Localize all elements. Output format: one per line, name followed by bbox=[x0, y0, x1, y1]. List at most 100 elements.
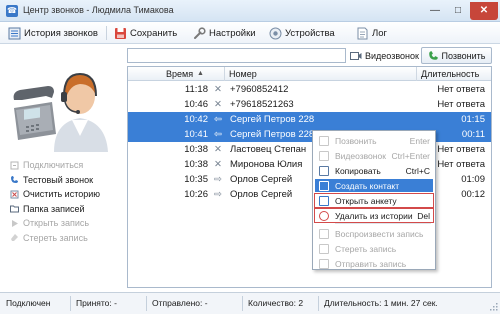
missed-call-icon: ✕ bbox=[214, 144, 222, 155]
call-time: 10:42 bbox=[184, 114, 208, 125]
minimize-button[interactable]: — bbox=[424, 2, 446, 20]
call-history-button[interactable]: История звонков bbox=[8, 25, 98, 41]
sidebar-actions: Подключиться Тестовый звонок Очистить ис… bbox=[10, 158, 122, 245]
context-menu-label: Создать контакт bbox=[335, 180, 400, 191]
context-menu-label: Воспроизвести запись bbox=[335, 228, 424, 239]
phone-icon bbox=[428, 51, 438, 60]
table-row[interactable]: 10:41 ⇦ Сергей Петров 228 00:11 bbox=[128, 127, 491, 142]
context-menu-item[interactable]: Отправить запись bbox=[315, 257, 433, 270]
clear-history-icon bbox=[10, 190, 19, 199]
video-call-label: Видеозвонок bbox=[365, 50, 419, 61]
context-menu: Позвонить Enter Видеозвонок Ctrl+Enter Копир… bbox=[312, 130, 436, 270]
phone-icon bbox=[319, 135, 329, 146]
call-number: +7960852412 bbox=[230, 84, 289, 95]
context-menu-item[interactable]: Открыть анкету bbox=[314, 193, 434, 208]
sidebar-item-label: Тестовый звонок bbox=[23, 174, 94, 185]
column-header-time[interactable]: Время bbox=[166, 67, 193, 81]
sidebar-item-label: Открыть запись bbox=[23, 218, 90, 229]
call-time: 10:38 bbox=[184, 144, 208, 155]
video-call-toggle[interactable]: Видеозвонок bbox=[350, 48, 419, 63]
context-menu-item[interactable]: Видеозвонок Ctrl+Enter bbox=[315, 149, 433, 162]
context-menu-item[interactable]: Стереть запись bbox=[315, 242, 433, 255]
missed-call-icon: ✕ bbox=[214, 99, 222, 110]
devices-icon bbox=[269, 27, 282, 39]
sidebar-item-label: Папка записей bbox=[23, 203, 85, 214]
column-header-number[interactable]: Номер bbox=[229, 67, 257, 81]
save-button[interactable]: Сохранить bbox=[114, 25, 177, 41]
log-label: Лог bbox=[372, 27, 387, 39]
call-button[interactable]: Позвонить bbox=[421, 47, 492, 64]
table-row[interactable]: 10:35 ⇨ Орлов Сергей 01:09 bbox=[128, 172, 491, 187]
status-connection: Подключен bbox=[6, 298, 51, 308]
context-menu-item[interactable]: Создать контакт bbox=[315, 179, 433, 192]
close-button[interactable]: ✕ bbox=[470, 2, 498, 20]
context-menu-label: Видеозвонок bbox=[335, 150, 386, 161]
sidebar-item-label: Стереть запись bbox=[23, 232, 88, 243]
sidebar-item-clear-history[interactable]: Очистить историю bbox=[10, 187, 122, 202]
table-row[interactable]: 11:18 ✕ +7960852412 Нет ответа bbox=[128, 82, 491, 97]
table-row[interactable]: 10:42 ⇦ Сергей Петров 228 01:15 bbox=[128, 112, 491, 127]
search-input[interactable] bbox=[127, 48, 346, 63]
settings-button[interactable]: Настройки bbox=[193, 25, 256, 41]
table-row[interactable]: 10:46 ✕ +79618521263 Нет ответа bbox=[128, 97, 491, 112]
status-duration: Длительность: 1 мин. 27 сек. bbox=[324, 298, 438, 308]
context-menu-item[interactable]: Копировать Ctrl+C bbox=[315, 164, 433, 177]
outgoing-call-icon: ⇨ bbox=[214, 189, 222, 200]
log-button[interactable]: Лог bbox=[356, 25, 387, 41]
status-divider bbox=[242, 296, 243, 311]
title-bar: ☎ Центр звонков - Людмила Тимакова — □ ✕ bbox=[0, 0, 500, 22]
table-row[interactable]: 10:26 ⇨ Орлов Сергей 00:12 bbox=[128, 187, 491, 202]
outgoing-call-icon: ⇨ bbox=[214, 174, 222, 185]
call-time: 10:35 bbox=[184, 174, 208, 185]
table-header: Время ▲ Номер Длительность bbox=[128, 67, 491, 81]
context-menu-label: Отправить запись bbox=[335, 258, 407, 269]
sidebar-item-erase-record[interactable]: Стереть запись bbox=[10, 231, 122, 246]
sidebar-item-records-folder[interactable]: Папка записей bbox=[10, 202, 122, 217]
context-menu-item[interactable]: Воспроизвести запись bbox=[315, 227, 433, 240]
context-menu-shortcut: Enter bbox=[409, 135, 430, 146]
toolbar: История звонков Сохранить Настройки Устр… bbox=[0, 22, 500, 44]
context-menu-label: Удалить из истории bbox=[335, 210, 413, 221]
resize-grip-icon[interactable] bbox=[488, 301, 498, 311]
devices-button[interactable]: Устройства bbox=[269, 25, 335, 41]
send-icon bbox=[319, 258, 329, 269]
context-menu-item[interactable]: Удалить из истории Del bbox=[314, 208, 434, 223]
sidebar-item-connect[interactable]: Подключиться bbox=[10, 158, 122, 173]
status-divider bbox=[146, 296, 147, 311]
call-time: 10:26 bbox=[184, 189, 208, 200]
sort-ascending-icon: ▲ bbox=[197, 70, 204, 77]
call-time: 11:18 bbox=[184, 84, 208, 95]
app-icon: ☎ bbox=[6, 5, 18, 17]
call-time: 10:41 bbox=[184, 129, 208, 140]
call-history-label: История звонков bbox=[24, 27, 98, 39]
add-contact-icon bbox=[319, 180, 329, 191]
context-menu-label: Открыть анкету bbox=[335, 195, 397, 206]
table-row[interactable]: 10:38 ✕ Миронова Юлия Нет ответа bbox=[128, 157, 491, 172]
log-icon bbox=[357, 27, 368, 39]
missed-call-icon: ✕ bbox=[214, 84, 222, 95]
sidebar-item-test-call[interactable]: Тестовый звонок bbox=[10, 173, 122, 188]
play-icon bbox=[319, 228, 329, 239]
folder-icon bbox=[10, 205, 19, 213]
open-record-icon bbox=[12, 219, 18, 227]
call-number: Сергей Петров 228 bbox=[230, 114, 315, 125]
table-row[interactable]: 10:38 ✕ Ластовец Степан Нет ответа bbox=[128, 142, 491, 157]
sidebar-item-open-record[interactable]: Открыть запись bbox=[10, 216, 122, 231]
context-menu-item[interactable]: Позвонить Enter bbox=[315, 134, 433, 147]
status-divider bbox=[70, 296, 71, 311]
history-list-icon bbox=[8, 27, 21, 39]
call-duration: Нет ответа bbox=[437, 99, 485, 110]
devices-label: Устройства bbox=[285, 27, 335, 39]
connect-icon bbox=[10, 161, 19, 170]
settings-label: Настройки bbox=[209, 27, 256, 39]
column-header-duration[interactable]: Длительность bbox=[421, 67, 479, 81]
column-divider bbox=[224, 67, 225, 81]
column-divider bbox=[416, 67, 417, 81]
save-label: Сохранить bbox=[130, 27, 178, 39]
maximize-button[interactable]: □ bbox=[447, 2, 469, 20]
call-duration: Нет ответа bbox=[437, 84, 485, 95]
video-icon bbox=[319, 150, 329, 161]
context-menu-shortcut: Del bbox=[417, 210, 430, 221]
test-call-icon bbox=[11, 176, 18, 184]
erase-icon bbox=[319, 243, 329, 254]
